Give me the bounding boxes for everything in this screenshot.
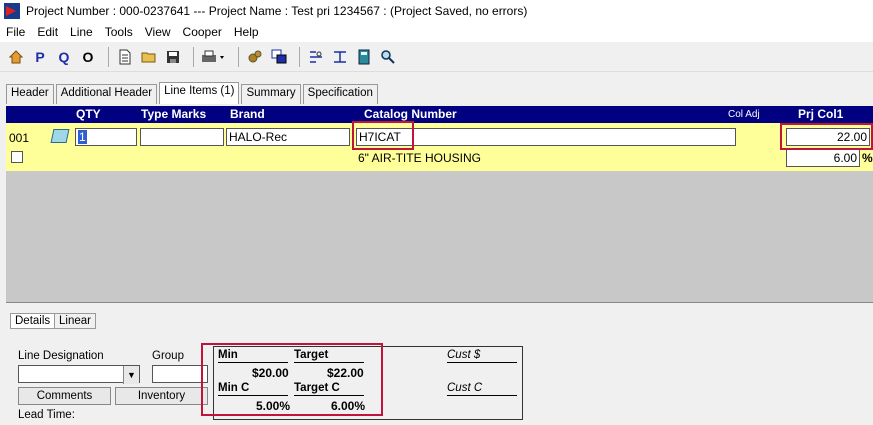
project-button[interactable]: P [30,46,50,68]
header-catalog-number: Catalog Number [364,107,457,121]
header-brand: Brand [230,107,265,121]
chevron-down-icon[interactable]: ▼ [123,366,139,384]
header-type-marks: Type Marks [141,107,207,121]
prj-col1-highlight-box [780,123,873,150]
menu-cooper[interactable]: Cooper [177,25,228,39]
calculator-icon[interactable] [354,46,374,68]
toolbar-separator [108,46,109,67]
order-button[interactable]: O [78,46,98,68]
tab-header[interactable]: Header [6,84,54,104]
grid-header: QTY Type Marks Brand Catalog Number Col … [6,106,873,123]
percent-field[interactable]: 6.00 [786,149,860,167]
merge-line-icon[interactable] [330,46,350,68]
menu-file[interactable]: File [0,25,31,39]
toolbar-separator [299,46,300,67]
header-prj-col1: Prj Col1 [798,107,844,121]
type-marks-field[interactable] [140,128,224,146]
toolbar-separator [238,46,239,67]
cust-c-underline [447,395,517,396]
qty-field[interactable]: 1 [75,128,137,146]
home-icon[interactable] [6,46,26,68]
menu-help[interactable]: Help [228,25,265,39]
menu-view[interactable]: View [139,25,177,39]
new-document-icon[interactable] [115,46,135,68]
quote-button[interactable]: Q [54,46,74,68]
tab-additional-header[interactable]: Additional Header [55,84,158,104]
main-tabs: Header Additional Header Line Items (1) … [6,82,380,104]
pricing-highlight-box [201,343,383,416]
title-bar: Project Number : 000-0237641 --- Project… [0,0,873,22]
cust-dollar-underline [447,362,517,363]
save-icon[interactable] [163,46,183,68]
toolbar-separator [193,46,194,67]
tab-details[interactable]: Details [10,313,56,329]
percent-sign: % [862,151,873,165]
open-folder-icon[interactable] [139,46,159,68]
tab-line-items[interactable]: Line Items (1) [159,82,240,104]
tab-specification[interactable]: Specification [302,84,378,104]
header-qty: QTY [76,107,101,121]
group-field[interactable] [152,365,208,383]
split-line-icon[interactable] [306,46,326,68]
menu-edit[interactable]: Edit [31,25,64,39]
menu-bar: File Edit Line Tools View Cooper Help [0,22,873,42]
qty-value: 1 [78,130,87,144]
catalog-highlight-box [352,121,414,150]
cust-dollar-label: Cust $ [447,349,481,361]
line-items-grid-empty-area [6,171,873,303]
line-designation-label: Line Designation [18,350,104,362]
inventory-button[interactable]: Inventory [115,387,208,405]
print-icon[interactable] [200,46,228,68]
header-col-adj: Col Adj [728,109,760,120]
brand-field[interactable]: HALO-Rec [226,128,350,146]
lead-time-label: Lead Time: [18,409,75,421]
toolbar: P Q O [0,42,873,72]
catalog-description: 6" AIR-TITE HOUSING [358,151,481,165]
menu-tools[interactable]: Tools [99,25,139,39]
tab-summary[interactable]: Summary [241,84,301,104]
line-number: 001 [9,131,30,145]
app-logo-icon [4,3,20,19]
search-icon[interactable] [378,46,398,68]
tab-linear[interactable]: Linear [54,313,96,329]
group-label: Group [152,350,184,362]
windows-icon[interactable] [269,46,289,68]
comments-button[interactable]: Comments [18,387,111,405]
cust-c-label: Cust C [447,382,483,394]
settings-gears-icon[interactable] [245,46,265,68]
line-select-checkbox[interactable] [11,151,23,163]
menu-line[interactable]: Line [64,25,99,39]
line-designation-dropdown[interactable] [18,365,140,383]
window-title: Project Number : 000-0237641 --- Project… [26,4,528,18]
notes-book-icon[interactable] [50,129,70,143]
